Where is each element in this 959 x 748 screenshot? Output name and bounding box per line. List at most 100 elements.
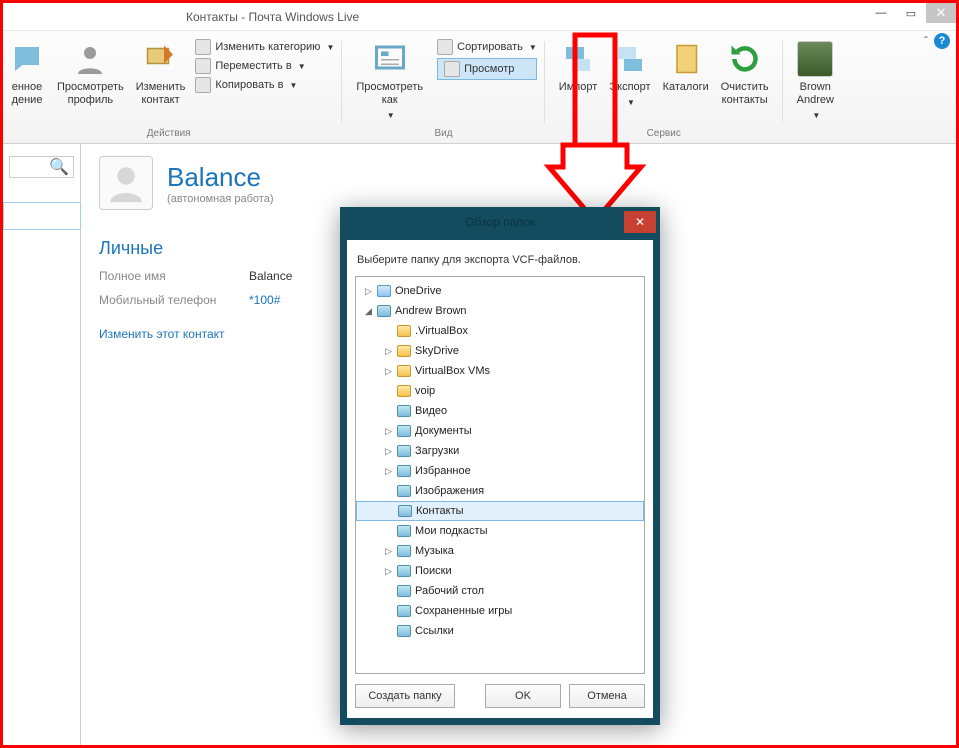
tree-item[interactable]: voip (356, 381, 644, 401)
twisty-icon[interactable]: ▷ (364, 286, 373, 297)
mobile-label: Мобильный телефон (99, 293, 249, 307)
create-folder-button[interactable]: Создать папку (355, 684, 455, 708)
tree-item-label: Сохраненные игры (415, 605, 512, 617)
folder-icon (397, 525, 411, 537)
export-button[interactable]: Экспорт▼ (603, 37, 656, 112)
tree-item[interactable]: ▷ Загрузки (356, 441, 644, 461)
ribbon: енноедение Просмотреть профиль Изменить … (3, 31, 956, 144)
tree-item[interactable]: Видео (356, 401, 644, 421)
tree-item-label: Музыка (415, 545, 454, 557)
help-row: ˆ ? (924, 33, 950, 49)
maximize-button[interactable]: ▭ (896, 3, 926, 23)
tree-item-label: VirtualBox VMs (415, 365, 490, 377)
folder-icon (397, 585, 411, 597)
refresh-icon (727, 41, 763, 77)
twisty-icon[interactable]: ▷ (384, 466, 393, 477)
tree-item[interactable]: ◢Andrew Brown (356, 301, 644, 321)
dropdown-icon: ▼ (529, 43, 537, 52)
copy-to-button[interactable]: Копировать в▼ (195, 77, 334, 93)
sort-icon (437, 39, 453, 55)
preview-pane-icon (444, 61, 460, 77)
folder-icon (397, 545, 411, 557)
tree-item[interactable]: ▷ SkyDrive (356, 341, 644, 361)
mobile-value[interactable]: *100# (249, 293, 280, 307)
tree-item-label: Видео (415, 405, 447, 417)
twisty-icon[interactable]: ◢ (364, 306, 373, 317)
move-icon (195, 58, 211, 74)
tree-item-label: SkyDrive (415, 345, 459, 357)
preview-toggle-button[interactable]: Просмотр (437, 58, 537, 80)
clear-contacts-button[interactable]: Очистить контакты (715, 37, 775, 112)
cancel-button[interactable]: Отмена (569, 684, 645, 708)
ok-button[interactable]: OK (485, 684, 561, 708)
tree-item[interactable]: Ссылки (356, 621, 644, 641)
tree-item[interactable]: Изображения (356, 481, 644, 501)
tree-item[interactable]: Контакты (356, 501, 644, 521)
dropdown-icon: ▼ (387, 111, 395, 121)
import-button[interactable]: Импорт (553, 37, 603, 112)
catalogs-button[interactable]: Каталоги (657, 37, 715, 112)
dialog-titlebar[interactable]: Обзор папок ✕ (340, 207, 660, 237)
tree-item[interactable]: ▷ Музыка (356, 541, 644, 561)
twisty-icon[interactable]: ▷ (384, 566, 393, 577)
tree-item[interactable]: Мои подкасты (356, 521, 644, 541)
search-input[interactable]: 🔍 (9, 156, 74, 178)
dropdown-icon: ▼ (627, 98, 635, 108)
folder-icon (397, 405, 411, 417)
twisty-icon[interactable]: ▷ (384, 366, 393, 377)
tree-item-label: Поиски (415, 565, 452, 577)
twisty-icon[interactable]: ▷ (384, 446, 393, 457)
folder-tree[interactable]: ▷ OneDrive ◢Andrew Brown.VirtualBox ▷ SkyDri… (355, 276, 645, 674)
tree-item[interactable]: ▷ OneDrive (356, 281, 644, 301)
sort-by-button[interactable]: Сортировать▼ (437, 39, 537, 55)
view-profile-button[interactable]: Просмотреть профиль (51, 37, 130, 111)
tree-item[interactable]: .VirtualBox (356, 321, 644, 341)
tree-item[interactable]: ▷Избранное (356, 461, 644, 481)
tree-item-label: voip (415, 385, 435, 397)
folder-icon (397, 625, 411, 637)
tree-item[interactable]: ▷ VirtualBox VMs (356, 361, 644, 381)
dropdown-icon: ▼ (298, 62, 306, 71)
window-title: Контакты - Почта Windows Live (186, 10, 359, 24)
close-button[interactable]: ✕ (926, 3, 956, 23)
group-label-service: Сервис (647, 128, 681, 139)
tree-item-label: Изображения (415, 485, 484, 497)
tree-item-label: Документы (415, 425, 472, 437)
tree-item[interactable]: Сохраненные игры (356, 601, 644, 621)
dropdown-icon: ▼ (290, 81, 298, 90)
dialog-close-button[interactable]: ✕ (624, 211, 656, 233)
tree-item-label: OneDrive (395, 285, 441, 297)
tree-item-label: Ссылки (415, 625, 454, 637)
tree-item-label: Загрузки (415, 445, 459, 457)
avatar-icon (797, 41, 833, 77)
move-to-button[interactable]: Переместить в▼ (195, 58, 334, 74)
import-icon (560, 41, 596, 77)
card-edit-icon (143, 41, 179, 77)
folder-icon (397, 565, 411, 577)
dropdown-icon: ▼ (326, 43, 334, 52)
search-icon: 🔍 (49, 157, 69, 177)
collapse-ribbon-icon[interactable]: ˆ (924, 34, 928, 48)
fullname-label: Полное имя (99, 269, 249, 283)
view-as-button[interactable]: Просмотреть как▼ (350, 37, 429, 125)
contact-list-item[interactable] (3, 202, 81, 230)
category-icon (195, 39, 211, 55)
window-controls: — ▭ ✕ (866, 3, 956, 23)
help-icon[interactable]: ? (934, 33, 950, 49)
export-icon (612, 41, 648, 77)
instant-message-button[interactable]: енноедение (3, 37, 51, 111)
preview-icon (372, 41, 408, 77)
edit-contact-button[interactable]: Изменить контакт (130, 37, 192, 111)
titlebar: Контакты - Почта Windows Live — ▭ ✕ ˆ ? (3, 3, 956, 31)
tree-item[interactable]: Рабочий стол (356, 581, 644, 601)
change-category-button[interactable]: Изменить категорию▼ (195, 39, 334, 55)
tree-item[interactable]: ▷ Документы (356, 421, 644, 441)
folder-icon (397, 485, 411, 497)
twisty-icon[interactable]: ▷ (384, 346, 393, 357)
tree-item[interactable]: ▷ Поиски (356, 561, 644, 581)
minimize-button[interactable]: — (866, 3, 896, 23)
twisty-icon[interactable]: ▷ (384, 426, 393, 437)
twisty-icon[interactable]: ▷ (384, 546, 393, 557)
current-user-button[interactable]: Brown Andrew▼ (791, 37, 840, 125)
group-label-actions: Действия (147, 128, 191, 139)
